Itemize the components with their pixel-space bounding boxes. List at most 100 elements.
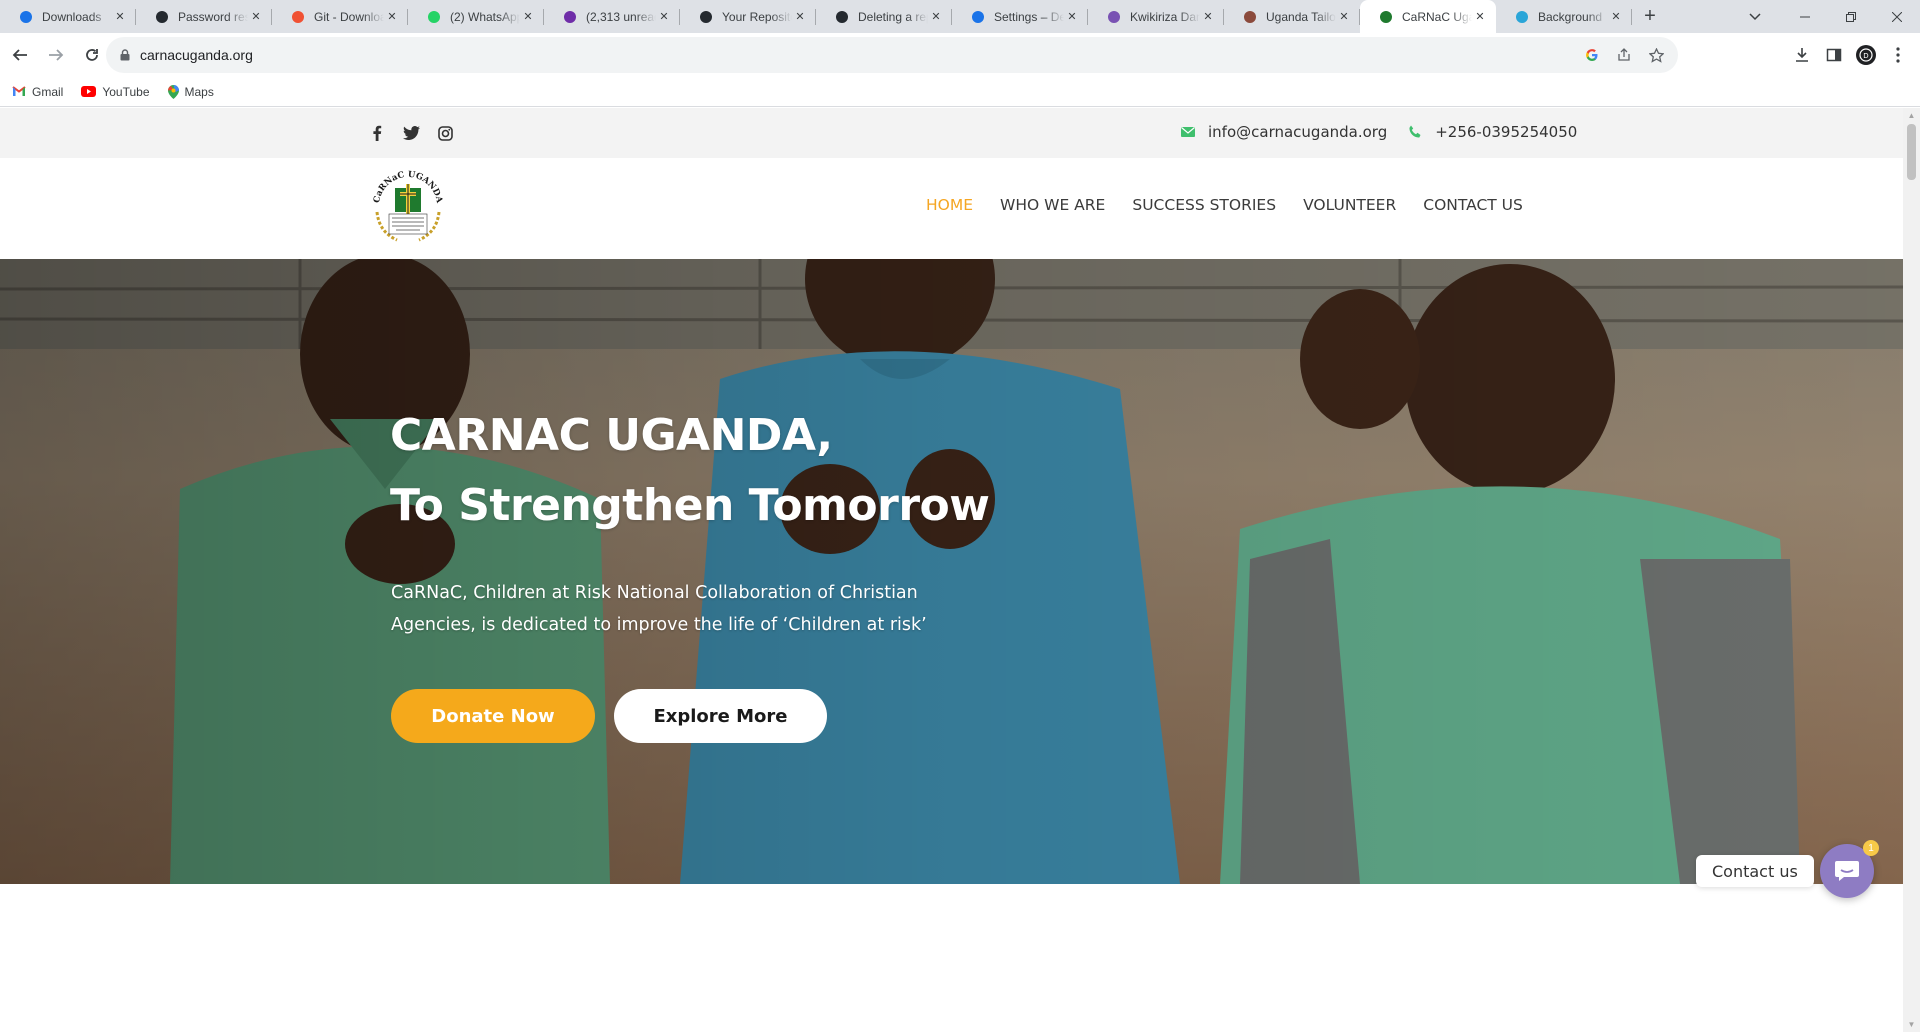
- tab-9[interactable]: Uganda Tailor ✕: [1224, 0, 1360, 33]
- facebook-icon[interactable]: [367, 123, 387, 143]
- lock-icon: [120, 49, 130, 61]
- hero-subtitle: CaRNaC, Children at Risk National Collab…: [391, 583, 927, 635]
- tab-8[interactable]: Kwikiriza Dan ✕: [1088, 0, 1224, 33]
- tab-11[interactable]: Background ✕: [1496, 0, 1632, 33]
- browser-toolbar: carnacuganda.org D: [0, 33, 1920, 77]
- new-tab-button[interactable]: +: [1632, 0, 1668, 33]
- phone-icon: [1405, 122, 1425, 142]
- tab-close-icon[interactable]: ✕: [1472, 9, 1488, 25]
- tab-title: Git - Downloads: [314, 9, 384, 24]
- side-panel-icon[interactable]: [1820, 41, 1848, 69]
- scroll-down-arrow-icon[interactable]: ▼: [1907, 1020, 1916, 1029]
- reload-button[interactable]: [76, 39, 108, 71]
- page-scrollbar[interactable]: ▲ ▼: [1903, 108, 1920, 1032]
- nav-who-we-are[interactable]: WHO WE ARE: [1000, 196, 1105, 214]
- tab-title: Kwikiriza Dan: [1130, 9, 1200, 24]
- bookmark-youtube[interactable]: YouTube: [81, 85, 150, 99]
- carnac-logo[interactable]: CaRNaC UGANDA: [367, 166, 449, 248]
- reload-icon: [86, 49, 98, 61]
- tab-4[interactable]: (2,313 unread)✕: [544, 0, 680, 33]
- back-arrow-icon: [12, 49, 27, 61]
- profile-avatar[interactable]: D: [1852, 41, 1880, 69]
- tab-10[interactable]: CaRNaC Uganda✕: [1360, 0, 1496, 33]
- explore-more-button[interactable]: Explore More: [614, 689, 827, 743]
- bookmark-gmail-label: Gmail: [32, 84, 64, 99]
- bootstrap-icon: [1106, 9, 1122, 25]
- tab-7[interactable]: Settings – Dev✕: [952, 0, 1088, 33]
- hero-title-line2: To Strengthen Tomorrow: [390, 480, 990, 531]
- tab-close-icon[interactable]: ✕: [112, 9, 128, 25]
- tab-close-icon[interactable]: ✕: [656, 9, 672, 25]
- youtube-icon: [81, 86, 97, 97]
- omnibox-actions: [1580, 37, 1668, 73]
- tab-close-icon[interactable]: ✕: [792, 9, 808, 25]
- forward-button[interactable]: [40, 39, 72, 71]
- tab-close-icon[interactable]: ✕: [1200, 9, 1216, 25]
- scrollbar-thumb[interactable]: [1907, 124, 1916, 180]
- share-icon[interactable]: [1612, 43, 1636, 67]
- menu-kebab-icon[interactable]: [1884, 41, 1912, 69]
- tab-title: Deleting a repository: [858, 9, 928, 24]
- social-links: [367, 123, 455, 143]
- site-header: CaRNaC UGANDA HOME WHO WE ARE SUCCESS ST…: [0, 158, 1903, 259]
- email-link[interactable]: info@carnacuganda.org: [1208, 123, 1387, 141]
- close-window-button[interactable]: [1874, 0, 1920, 33]
- tab-title: Password reset: [178, 9, 248, 24]
- bookmark-star-icon[interactable]: [1644, 43, 1668, 67]
- tab-close-icon[interactable]: ✕: [248, 9, 264, 25]
- tab-6[interactable]: Deleting a repository✕: [816, 0, 952, 33]
- bookmark-maps[interactable]: Maps: [167, 84, 214, 99]
- instagram-icon[interactable]: [435, 123, 455, 143]
- tab-title: (2) WhatsApp: [450, 9, 520, 24]
- tab-close-icon[interactable]: ✕: [1608, 9, 1624, 25]
- github-icon: [834, 9, 850, 25]
- github-icon: [698, 9, 714, 25]
- bookmark-maps-label: Maps: [184, 84, 214, 99]
- tab-title: CaRNaC Uganda: [1402, 9, 1472, 24]
- contact-us-label[interactable]: Contact us: [1696, 855, 1814, 887]
- chat-icon: [1835, 861, 1859, 881]
- nav-home[interactable]: HOME: [926, 196, 973, 214]
- maps-icon: [167, 84, 179, 99]
- tab-close-icon[interactable]: ✕: [1064, 9, 1080, 25]
- site-top-bar: info@carnacuganda.org +256-0395254050: [0, 108, 1903, 158]
- gear-icon: [970, 9, 986, 25]
- hero-title: CARNAC UGANDA, To Strengthen Tomorrow: [390, 401, 990, 541]
- hero-background-image: [0, 259, 1903, 884]
- tab-1[interactable]: Password reset✕: [136, 0, 272, 33]
- tab-search-icon[interactable]: [1738, 0, 1772, 33]
- twitter-icon[interactable]: [401, 123, 421, 143]
- minimize-button[interactable]: [1782, 0, 1828, 33]
- nav-success-stories[interactable]: SUCCESS STORIES: [1132, 196, 1276, 214]
- forward-arrow-icon: [49, 49, 64, 61]
- back-button[interactable]: [4, 39, 36, 71]
- address-bar[interactable]: carnacuganda.org: [106, 37, 1678, 73]
- tab-5[interactable]: Your Repositories✕: [680, 0, 816, 33]
- bookmark-gmail[interactable]: Gmail: [12, 85, 63, 99]
- donate-now-button[interactable]: Donate Now: [391, 689, 595, 743]
- github-icon: [154, 9, 170, 25]
- tab-2[interactable]: Git - Downloads✕: [272, 0, 408, 33]
- phone-link[interactable]: +256-0395254050: [1435, 123, 1577, 141]
- google-icon[interactable]: [1580, 43, 1604, 67]
- tab-close-icon[interactable]: ✕: [520, 9, 536, 25]
- mail-icon: [562, 9, 578, 25]
- downloads-icon[interactable]: [1788, 41, 1816, 69]
- tab-title: (2,313 unread): [586, 9, 656, 24]
- wave-icon: [1514, 9, 1530, 25]
- tab-3[interactable]: (2) WhatsApp ✕: [408, 0, 544, 33]
- tab-close-icon[interactable]: ✕: [928, 9, 944, 25]
- tab-close-icon[interactable]: ✕: [1336, 9, 1352, 25]
- scroll-up-arrow-icon[interactable]: ▲: [1907, 111, 1916, 120]
- restore-button[interactable]: [1828, 0, 1874, 33]
- main-nav: HOME WHO WE ARE SUCCESS STORIES VOLUNTEE…: [926, 196, 1523, 214]
- tab-0[interactable]: Downloads ✕: [0, 0, 136, 33]
- window-controls: [1782, 0, 1920, 33]
- contact-info: info@carnacuganda.org +256-0395254050: [1178, 122, 1577, 142]
- tab-close-icon[interactable]: ✕: [384, 9, 400, 25]
- page-viewport: info@carnacuganda.org +256-0395254050 Ca…: [0, 108, 1903, 1032]
- nav-contact-us[interactable]: CONTACT US: [1423, 196, 1523, 214]
- nav-volunteer[interactable]: VOLUNTEER: [1303, 196, 1396, 214]
- tab-separator: [1631, 9, 1632, 25]
- tab-strip: Downloads✕Password reset✕Git - Downloads…: [0, 0, 1920, 33]
